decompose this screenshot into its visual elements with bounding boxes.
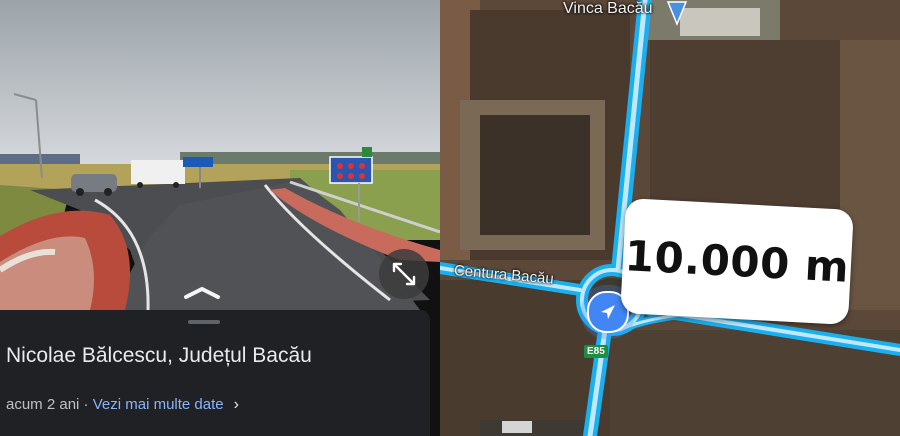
satellite-map[interactable]: Vinca Bacău Centura Bacău E85 10.000 m: [440, 0, 900, 436]
imagery-age: acum 2 ani: [6, 396, 80, 413]
expand-button[interactable]: [379, 249, 429, 299]
route-badge-e85: E85: [584, 345, 608, 358]
imagery-date-line: acum 2 ani · Vezi mai multe date ›: [6, 396, 239, 414]
see-more-dates-link[interactable]: Vezi mai multe date: [93, 396, 224, 413]
navigation-arrow-icon: [601, 305, 615, 319]
expand-arrows-icon: [392, 262, 416, 286]
chevron-right-icon[interactable]: ›: [234, 396, 239, 414]
sheet-drag-handle[interactable]: [188, 320, 220, 324]
distance-overlay: 10.000 m: [620, 198, 854, 325]
separator: ·: [79, 396, 93, 413]
place-info-sheet[interactable]: Nicolae Bălcescu, Județul Bacău acum 2 a…: [0, 310, 430, 436]
place-pin-icon[interactable]: [666, 0, 688, 26]
distance-value: 10.000 m: [623, 231, 851, 292]
place-title: Nicolae Bălcescu, Județul Bacău: [6, 344, 312, 367]
place-label-vinca[interactable]: Vinca Bacău: [563, 0, 653, 18]
street-view-panel[interactable]: Nicolae Bălcescu, Județul Bacău acum 2 a…: [0, 0, 440, 436]
